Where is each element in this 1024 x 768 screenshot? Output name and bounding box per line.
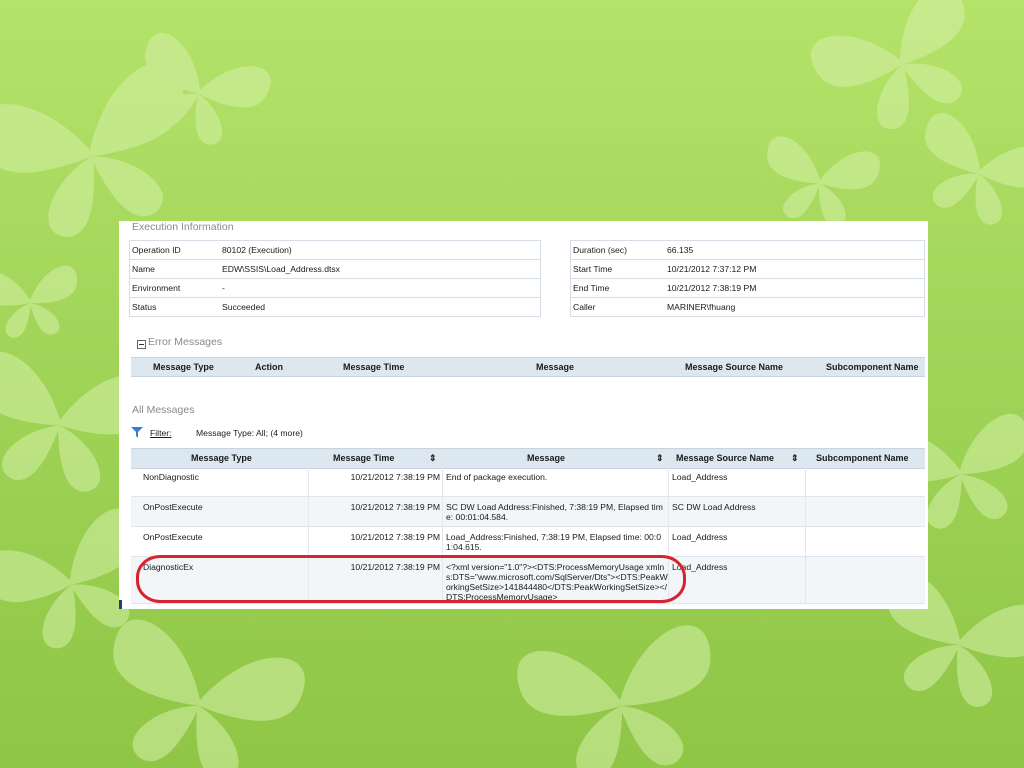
- info-key: Caller: [570, 297, 665, 317]
- info-key: Status: [129, 297, 220, 317]
- cell-message-type: OnPostExecute: [131, 527, 309, 556]
- column-header[interactable]: Message: [536, 362, 574, 372]
- info-value: -: [220, 278, 541, 298]
- error-messages-header: Message Type Action Message Time Message…: [131, 357, 925, 377]
- cell-message-time: 10/21/2012 7:38:19 PM: [309, 527, 443, 556]
- filter-icon[interactable]: [131, 427, 143, 438]
- table-row[interactable]: OnPostExecute 10/21/2012 7:38:19 PM SC D…: [131, 497, 925, 527]
- table-row[interactable]: OnPostExecute 10/21/2012 7:38:19 PM Load…: [131, 527, 925, 557]
- column-header[interactable]: Message Type: [191, 453, 252, 463]
- column-header[interactable]: Message Type: [153, 362, 214, 372]
- cell-message-type: OnPostExecute: [131, 497, 309, 526]
- info-value: 10/21/2012 7:38:19 PM: [665, 278, 925, 298]
- column-header[interactable]: Subcomponent Name: [826, 362, 919, 372]
- cell-subcomponent: [806, 497, 925, 526]
- info-value: MARINER\fhuang: [665, 297, 925, 317]
- cell-message: End of package execution.: [443, 467, 669, 496]
- sort-icon[interactable]: ⇕: [656, 453, 664, 464]
- filter-value: Message Type: All; (4 more): [196, 428, 303, 438]
- all-messages-header: Message Type Message Time ⇕ Message ⇕ Me…: [131, 448, 925, 469]
- info-value: 10/21/2012 7:37:12 PM: [665, 259, 925, 279]
- info-value: 80102 (Execution): [220, 240, 541, 260]
- info-key: Name: [129, 259, 220, 279]
- info-value: EDW\SSIS\Load_Address.dtsx: [220, 259, 541, 279]
- cell-message-time: 10/21/2012 7:38:19 PM: [309, 497, 443, 526]
- info-key: Start Time: [570, 259, 665, 279]
- info-key: End Time: [570, 278, 665, 298]
- sort-icon[interactable]: ⇕: [429, 453, 437, 464]
- error-messages-title: Error Messages: [148, 336, 223, 348]
- column-header[interactable]: Message Time: [333, 453, 394, 463]
- all-messages-title: All Messages: [132, 404, 195, 416]
- cell-message-type: NonDiagnostic: [131, 467, 309, 496]
- info-key: Operation ID: [129, 240, 220, 260]
- cell-message-time: 10/21/2012 7:38:19 PM: [309, 467, 443, 496]
- table-row[interactable]: NonDiagnostic 10/21/2012 7:38:19 PM End …: [131, 467, 925, 497]
- highlight-annotation: [136, 555, 686, 603]
- cell-subcomponent: [806, 557, 925, 603]
- filter-link[interactable]: Filter:: [150, 428, 171, 438]
- info-key: Duration (sec): [570, 240, 665, 260]
- execution-info-left-table: Operation ID 80102 (Execution) Name EDW\SS…: [129, 240, 541, 317]
- collapse-toggle-icon[interactable]: [137, 340, 146, 349]
- info-value: Succeeded: [220, 297, 541, 317]
- column-header[interactable]: Action: [255, 362, 283, 372]
- column-header[interactable]: Message Source Name: [685, 362, 783, 372]
- cell-source: Load_Address: [669, 557, 806, 603]
- cell-message: Load_Address:Finished, 7:38:19 PM, Elaps…: [443, 527, 669, 556]
- info-key: Environment: [129, 278, 220, 298]
- cell-source: Load_Address: [669, 527, 806, 556]
- column-header[interactable]: Subcomponent Name: [816, 453, 909, 463]
- cell-source: SC DW Load Address: [669, 497, 806, 526]
- column-header[interactable]: Message: [527, 453, 565, 463]
- cell-subcomponent: [806, 527, 925, 556]
- panel-edge: [119, 600, 122, 609]
- column-header[interactable]: Message Time: [343, 362, 404, 372]
- sort-icon[interactable]: ⇕: [791, 453, 799, 464]
- execution-info-title: Execution Information: [132, 221, 234, 233]
- column-header[interactable]: Message Source Name: [676, 453, 774, 463]
- cell-subcomponent: [806, 467, 925, 496]
- info-value: 66.135: [665, 240, 925, 260]
- execution-info-right-table: Duration (sec) 66.135 Start Time 10/21/201…: [570, 240, 925, 317]
- cell-source: Load_Address: [669, 467, 806, 496]
- cell-message: SC DW Load Address:Finished, 7:38:19 PM,…: [443, 497, 669, 526]
